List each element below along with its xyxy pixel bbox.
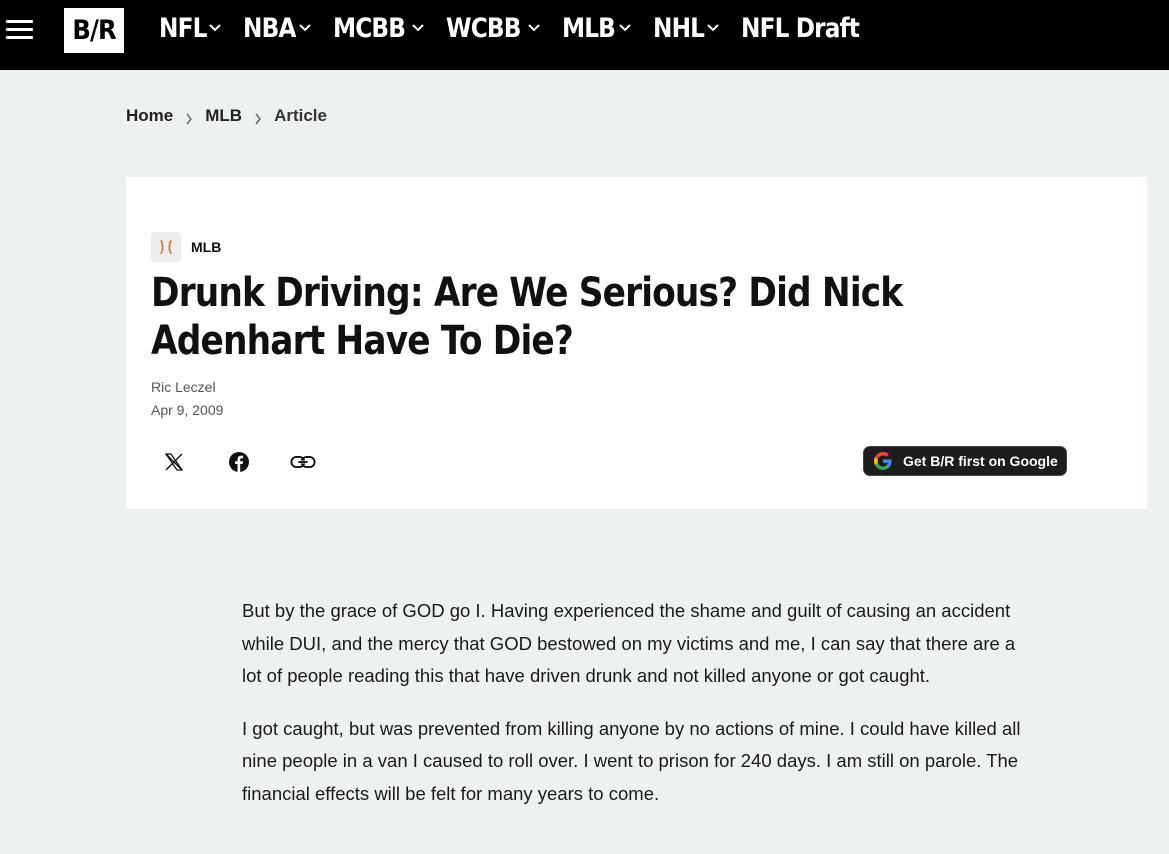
facebook-icon[interactable] xyxy=(226,449,252,475)
nav-item-label: MLB xyxy=(561,12,616,44)
breadcrumb: Home MLB Article xyxy=(126,106,327,126)
league-nav: NFL NBA MCBB WCBB MLB NHL NFL Draft xyxy=(159,8,899,48)
article-paragraph: But by the grace of GOD go I. Having exp… xyxy=(242,600,1016,686)
article-body: But by the grace of GOD go I. Having exp… xyxy=(242,595,1032,830)
nav-item-label: MCBB xyxy=(333,12,406,44)
x-icon[interactable] xyxy=(161,449,187,475)
article-paragraph: I got caught, but was prevented from kil… xyxy=(242,717,1021,804)
nav-item-nba[interactable]: NBA xyxy=(243,13,312,44)
nav-item-label: NFL xyxy=(159,12,207,44)
nav-item-nfl[interactable]: NFL xyxy=(159,13,222,44)
nav-item-wcbb[interactable]: WCBB xyxy=(446,13,541,44)
chevron-down-icon xyxy=(706,23,720,33)
tag-mlb[interactable]: MLB xyxy=(151,232,221,262)
baseball-icon xyxy=(151,232,181,262)
link-icon[interactable] xyxy=(290,449,316,475)
chevron-right-icon xyxy=(185,110,193,125)
nav-item-mlb[interactable]: MLB xyxy=(562,13,632,44)
nav-item-label: NFL Draft xyxy=(741,12,860,44)
nav-item-mcbb[interactable]: MCBB xyxy=(333,13,425,44)
chevron-down-icon xyxy=(411,23,425,33)
article-title: Drunk Driving: Are We Serious? Did Nick … xyxy=(151,270,903,364)
tag-label: MLB xyxy=(191,239,222,255)
google-follow-button[interactable]: Get B/R first on Google xyxy=(863,446,1067,476)
chevron-down-icon xyxy=(208,23,222,33)
chevron-down-icon xyxy=(298,23,312,33)
google-icon xyxy=(873,451,893,471)
top-nav-bar: B/R NFL NBA MCBB WCBB MLB NHL NFL Draft xyxy=(0,0,1169,70)
nav-item-nhl[interactable]: NHL xyxy=(653,13,720,44)
nav-item-nfl-draft[interactable]: NFL Draft xyxy=(741,13,878,44)
author-name[interactable]: Ric Leczel xyxy=(151,379,216,395)
nav-item-label: NBA xyxy=(243,12,296,44)
logo-text: B/R xyxy=(72,15,116,46)
chevron-right-icon xyxy=(254,110,262,125)
breadcrumb-article: Article xyxy=(274,106,327,125)
breadcrumb-home[interactable]: Home xyxy=(126,106,173,126)
br-logo[interactable]: B/R xyxy=(64,8,124,53)
article-header-card: MLB Drunk Driving: Are We Serious? Did N… xyxy=(126,177,1147,509)
google-follow-label: Get B/R first on Google xyxy=(903,453,1058,469)
nav-item-label: WCBB xyxy=(446,12,521,44)
menu-icon[interactable] xyxy=(6,18,33,40)
nav-item-label: NHL xyxy=(652,12,705,44)
chevron-down-icon xyxy=(618,23,632,33)
chevron-down-icon xyxy=(527,23,541,33)
publish-date: Apr 9, 2009 xyxy=(151,402,224,418)
breadcrumb-mlb[interactable]: MLB xyxy=(205,106,242,126)
